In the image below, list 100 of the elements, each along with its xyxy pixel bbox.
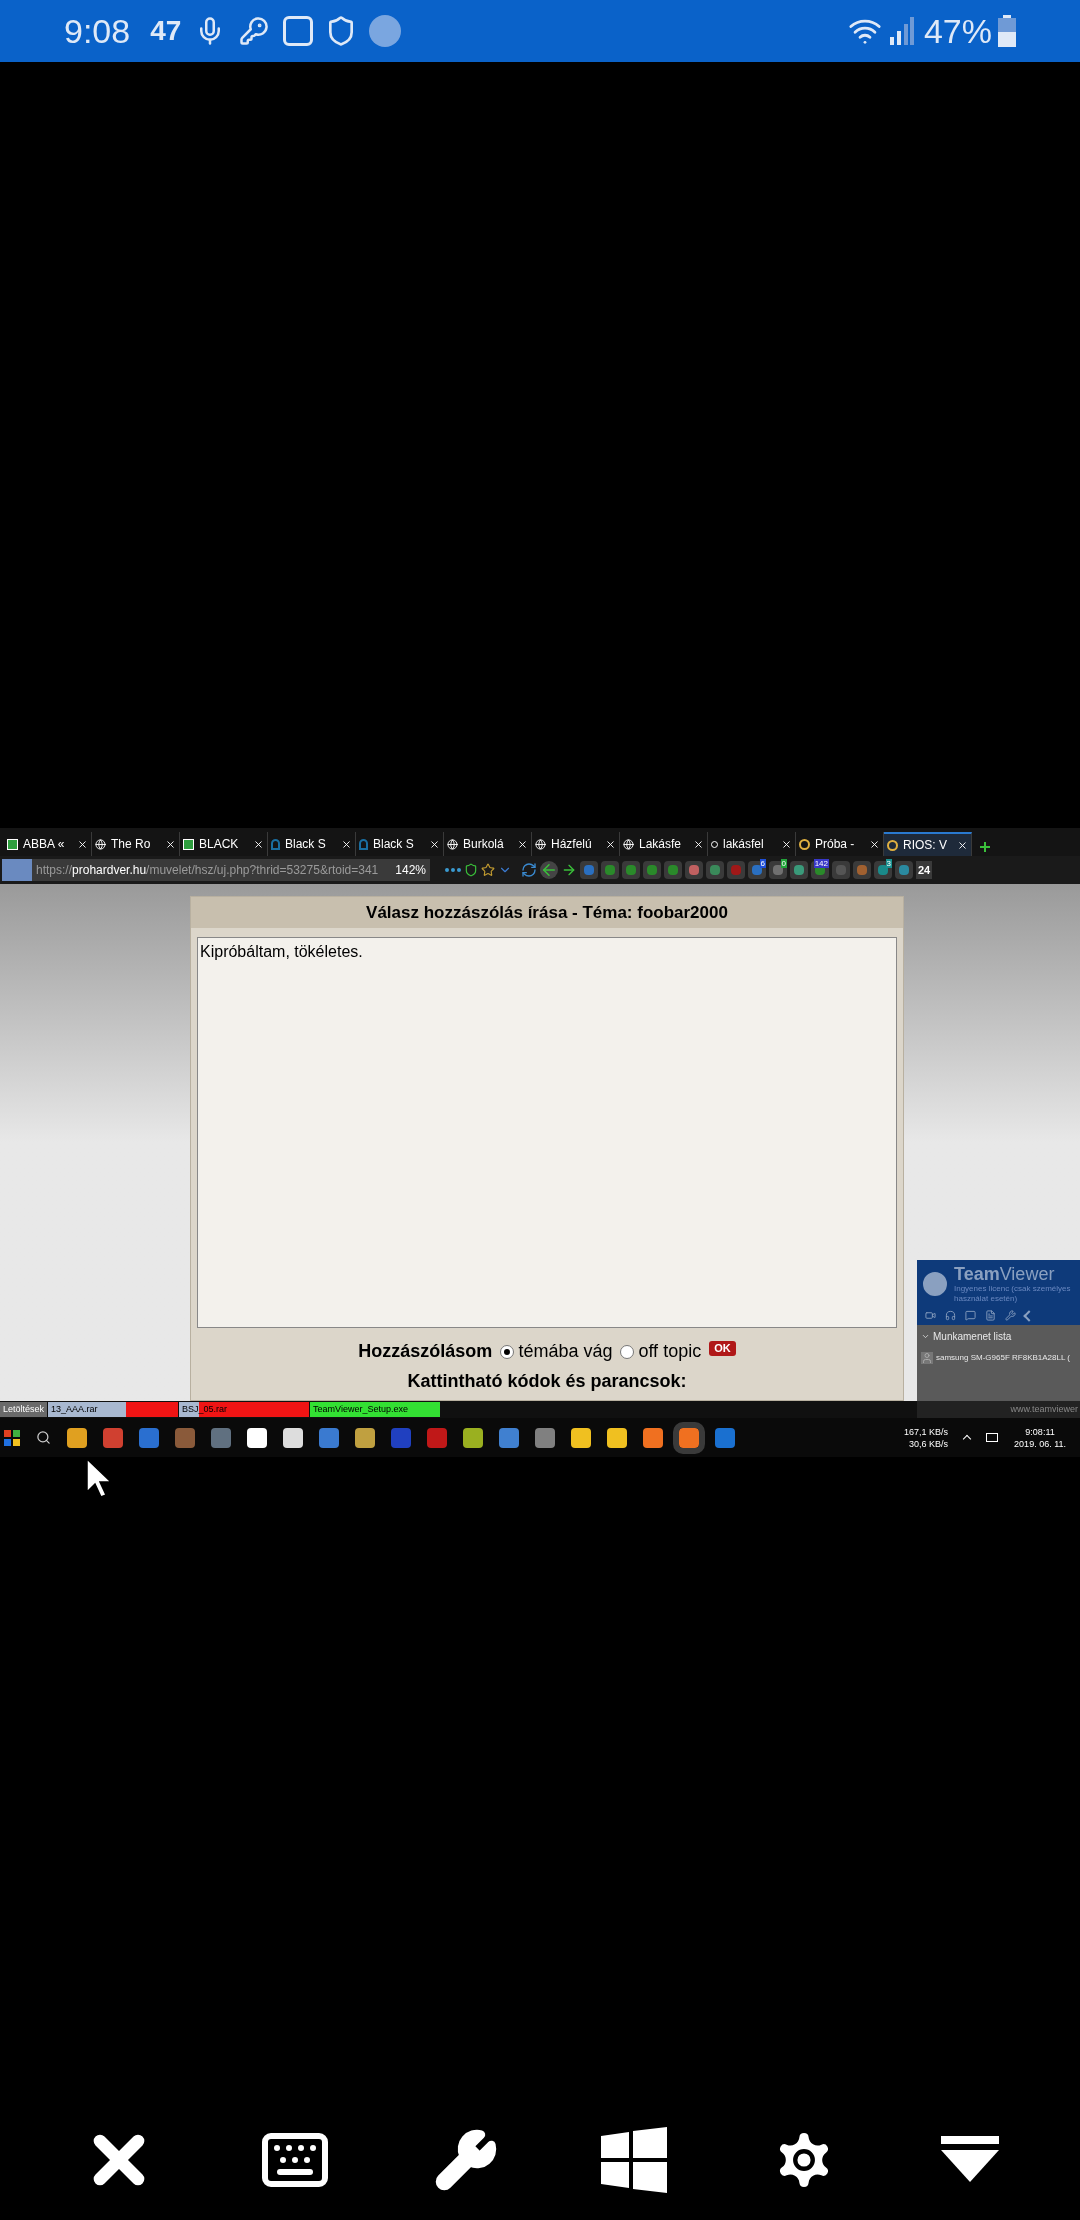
extension-icon[interactable]: 3 [874, 861, 892, 879]
day-button[interactable]: 24 [916, 861, 933, 879]
battery-icon [998, 15, 1016, 47]
forward-icon[interactable] [561, 862, 577, 878]
extension-icon[interactable]: 142 [811, 861, 829, 879]
tab-title: ABBA « [23, 836, 65, 853]
taskbar-app-icon[interactable] [607, 1427, 627, 1448]
star-icon[interactable] [481, 863, 495, 877]
video-icon[interactable] [925, 1310, 936, 1321]
choice-label: Hozzászólásom [358, 1340, 493, 1363]
more-icon[interactable] [445, 868, 461, 872]
close-icon[interactable] [781, 838, 792, 850]
download-speed: 30,6 KB/s [909, 1437, 949, 1450]
close-icon[interactable] [957, 839, 968, 851]
taskbar-app-icon[interactable] [571, 1427, 591, 1448]
session-list-header[interactable]: Munkamenet lista [933, 1329, 1012, 1344]
taskbar-app-icon[interactable] [247, 1427, 267, 1448]
extension-icon[interactable] [895, 861, 913, 879]
tab-title: RIOS: V [903, 837, 947, 854]
taskbar-app-icon[interactable] [67, 1427, 87, 1448]
tab-title: lakásfel [723, 836, 764, 853]
status-time: 9:08 [64, 10, 131, 52]
extension-icon[interactable] [643, 861, 661, 879]
ok-button[interactable]: OK [709, 1341, 736, 1356]
count-badge: 142 [813, 859, 829, 868]
user-icon [921, 1352, 933, 1364]
downloads-label[interactable]: Letöltések [0, 1402, 48, 1417]
license-text: Ingyenes licenc (csak személyes használat esetén) [954, 1284, 1072, 1304]
download-item[interactable]: 13_AAA.rar [48, 1402, 179, 1417]
expand-caret-icon[interactable] [921, 1332, 930, 1341]
extension-icon[interactable] [790, 861, 808, 879]
count-badge: 3 [885, 859, 892, 868]
clock-date: 2019. 06. 11. [1014, 1437, 1066, 1450]
extension-icon[interactable] [622, 861, 640, 879]
tab-title: Black S [373, 836, 414, 853]
close-icon[interactable] [253, 838, 264, 850]
teamviewer-title: TeamViewer [954, 1264, 1056, 1284]
page-icon [183, 838, 194, 850]
headset-icon[interactable] [945, 1310, 956, 1321]
extension-icon[interactable] [664, 861, 682, 879]
battery-percent: 47% [923, 10, 992, 52]
extension-icon[interactable] [601, 861, 619, 879]
extension-icon[interactable] [706, 861, 724, 879]
radio-option[interactable]: témába vág [500, 1338, 613, 1365]
count-badge: 0 [780, 859, 787, 868]
search-icon[interactable] [36, 1430, 51, 1445]
tab-title: Black S [285, 836, 326, 853]
globe-icon [535, 838, 546, 850]
back-icon[interactable] [540, 861, 558, 879]
reload-icon[interactable] [521, 862, 537, 878]
count-badge: 6 [759, 859, 766, 868]
windows-icon[interactable] [601, 2127, 667, 2193]
close-icon[interactable] [341, 838, 352, 850]
tab-title: The Ro [111, 836, 151, 853]
panel-title: Válasz hozzászólás írása - Téma: foobar2000 [366, 901, 728, 924]
taskbar-app-icon[interactable] [283, 1427, 303, 1448]
extension-icon[interactable] [685, 861, 703, 879]
section-heading: Kattintható kódok és parancsok: [407, 1370, 687, 1393]
upload-speed: 167,1 KB/s [904, 1425, 949, 1438]
notification-count: 47 [150, 14, 182, 48]
page-icon [7, 838, 18, 850]
extension-icon[interactable] [853, 861, 871, 879]
close-icon[interactable] [429, 838, 440, 850]
tab-title: Lakásfe [639, 836, 682, 853]
taskbar-app-icon[interactable] [355, 1427, 375, 1448]
close-icon[interactable] [869, 838, 880, 850]
extension-icon[interactable] [580, 861, 598, 879]
device-item[interactable]: samsung SM-G965F RF8KB1A28LL ( [936, 1352, 1070, 1364]
extension-icon[interactable]: 6 [748, 861, 766, 879]
tab-title: Burkolá [463, 836, 504, 853]
dropdown-triangle-icon[interactable] [941, 2136, 999, 2184]
close-icon[interactable] [165, 838, 176, 850]
key-icon [239, 16, 270, 46]
close-icon[interactable] [517, 838, 528, 850]
close-icon[interactable] [77, 838, 88, 850]
monitor-icon[interactable] [986, 1433, 999, 1442]
globe-icon [95, 838, 106, 850]
tab-title: BLACK [199, 836, 239, 853]
zoom-level[interactable]: 142% [395, 861, 426, 879]
globe-icon [447, 838, 458, 850]
close-icon[interactable] [605, 838, 616, 850]
wrench-icon[interactable] [433, 2127, 499, 2193]
teamviewer-footer: www.teamviewer [917, 1401, 1080, 1418]
file-icon[interactable] [985, 1310, 996, 1321]
windows-start-icon[interactable] [4, 1429, 20, 1446]
radio-option[interactable]: off topic [620, 1338, 702, 1365]
browser-tab[interactable]: RIOS: V [884, 832, 972, 856]
globe-icon [623, 838, 634, 850]
url-text: https://prohardver.hu/muvelet/hsz/uj.php?thrid=53275&rtoid=341 [36, 862, 379, 879]
taskbar-app-icon[interactable] [643, 1427, 663, 1448]
shield-icon[interactable] [464, 863, 478, 877]
address-bar[interactable]: https://prohardver.hu/muvelet/hsz/uj.php?thrid=53275&rtoid=341 142% [2, 859, 430, 881]
new-tab-icon[interactable] [980, 842, 990, 852]
tab-title: Próba - [815, 836, 855, 853]
message-field[interactable]: Kipróbáltam, tökéletes. [197, 937, 897, 1328]
clock-time: 9:08:11 [1025, 1425, 1055, 1438]
download-item[interactable]: TeamViewer_Setup.exe [310, 1402, 441, 1417]
taskbar-app-icon[interactable] [463, 1427, 483, 1448]
close-icon[interactable] [693, 838, 704, 850]
tab-title: Házfelú [551, 836, 592, 853]
